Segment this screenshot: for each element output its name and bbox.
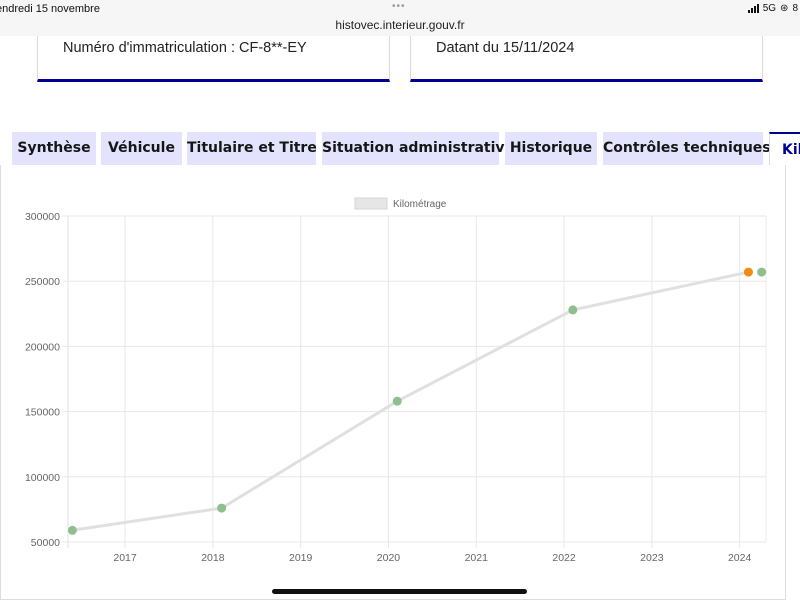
x-tick-label: 2019 (289, 552, 313, 564)
data-point-highlighted (743, 267, 753, 277)
address-bar-url[interactable]: histovec.interieur.gouv.fr (0, 18, 800, 32)
y-tick-label: 300000 (25, 211, 60, 223)
battery-level: 8 (792, 3, 798, 14)
x-tick-label: 2022 (552, 552, 576, 564)
tab-bar: Synthèse Véhicule Titulaire et Titre Sit… (0, 132, 800, 165)
tab-controles-techniques[interactable]: Contrôles techniques (603, 132, 771, 165)
x-tick-label: 2023 (640, 552, 664, 564)
data-point (217, 503, 227, 513)
tab-kilometrage[interactable]: Kil (769, 132, 800, 165)
rotation-lock-icon: ⊛ (780, 3, 789, 14)
more-dots-icon[interactable]: ••• (392, 1, 406, 12)
chart-grid (62, 215, 767, 548)
legend-label: Kilométrage (393, 199, 447, 210)
legend-swatch (354, 197, 388, 210)
mileage-series (67, 267, 767, 535)
x-tick-label: 2020 (377, 552, 401, 564)
signal-icon (747, 4, 759, 13)
chart-legend: Kilométrage (354, 197, 447, 210)
mileage-chart: Kilométrage 50000 100000 150000 200000 25000… (25, 197, 767, 564)
y-axis-ticks: 50000 100000 150000 200000 250000 300000 (25, 211, 60, 549)
data-point (392, 396, 402, 406)
report-date-card: Datant du 15/11/2024 (410, 36, 763, 82)
status-date: endredi 15 novembre (0, 3, 100, 15)
x-axis-ticks: 2017 2018 2019 2020 2021 2022 2023 2024 (113, 552, 751, 564)
y-tick-label: 50000 (31, 537, 60, 549)
y-tick-label: 250000 (25, 276, 60, 288)
home-indicator[interactable] (272, 589, 527, 594)
y-tick-label: 100000 (25, 472, 60, 484)
x-tick-label: 2024 (728, 552, 752, 564)
tab-titulaire-titre[interactable]: Titulaire et Titre (187, 132, 317, 165)
browser-status-bar: endredi 15 novembre ••• histovec.interie… (0, 0, 800, 36)
tab-vehicule[interactable]: Véhicule (101, 132, 182, 165)
y-tick-label: 150000 (25, 407, 60, 419)
status-indicators: 5G ⊛ 8 (747, 3, 798, 14)
tab-historique[interactable]: Historique (505, 132, 597, 165)
mileage-line (72, 270, 749, 532)
registration-card: Numéro d'immatriculation : CF-8**-EY (37, 36, 390, 82)
data-point (67, 525, 77, 535)
x-tick-label: 2021 (465, 552, 489, 564)
data-point (568, 305, 578, 315)
report-date: Datant du 15/11/2024 (436, 40, 575, 56)
registration-number: Numéro d'immatriculation : CF-8**-EY (63, 40, 307, 56)
tab-situation-administrative[interactable]: Situation administrative (322, 132, 514, 165)
tab-synthese[interactable]: Synthèse (12, 132, 96, 165)
network-label: 5G (762, 3, 777, 14)
x-tick-label: 2017 (113, 552, 137, 564)
x-tick-label: 2018 (201, 552, 225, 564)
y-tick-label: 200000 (25, 341, 60, 353)
data-point (757, 267, 767, 277)
